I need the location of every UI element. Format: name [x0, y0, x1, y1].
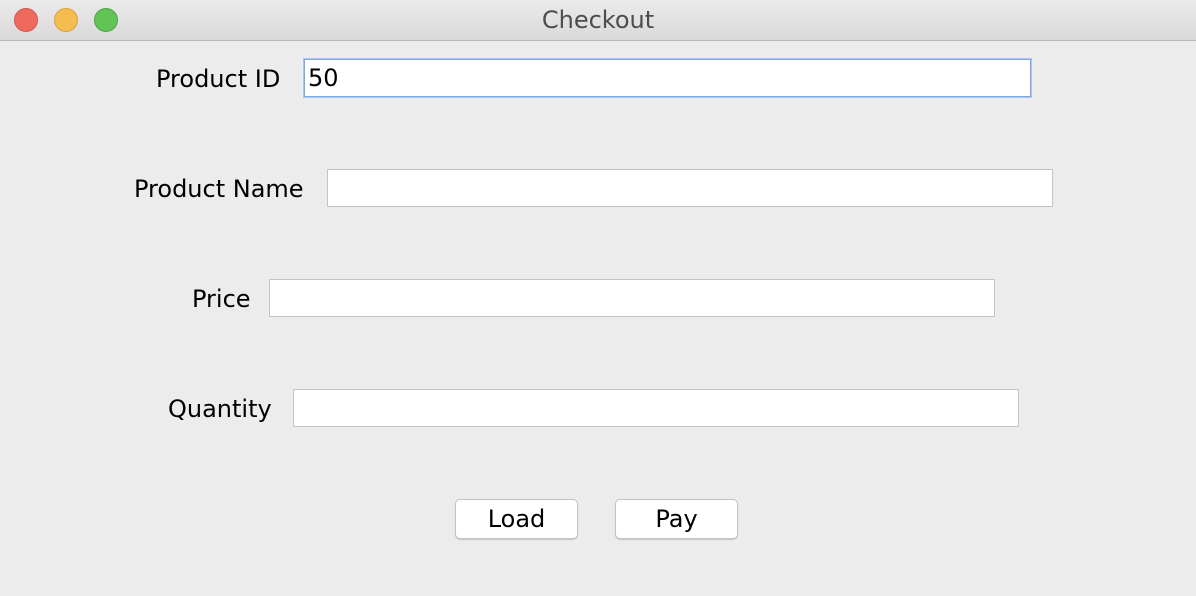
- title-bar[interactable]: Checkout: [0, 0, 1196, 41]
- price-label: Price: [192, 285, 251, 313]
- pay-button[interactable]: Pay: [615, 499, 738, 539]
- product-id-label: Product ID: [156, 65, 281, 93]
- product-name-input[interactable]: [327, 169, 1053, 207]
- quantity-label: Quantity: [168, 395, 272, 423]
- load-button[interactable]: Load: [455, 499, 578, 539]
- product-id-input[interactable]: [304, 59, 1031, 97]
- price-input[interactable]: [269, 279, 995, 317]
- window-title: Checkout: [541, 6, 655, 34]
- product-name-label: Product Name: [134, 175, 304, 203]
- checkout-window: Checkout Product ID Product Name Price Q…: [0, 0, 1196, 596]
- quantity-input[interactable]: [293, 389, 1019, 427]
